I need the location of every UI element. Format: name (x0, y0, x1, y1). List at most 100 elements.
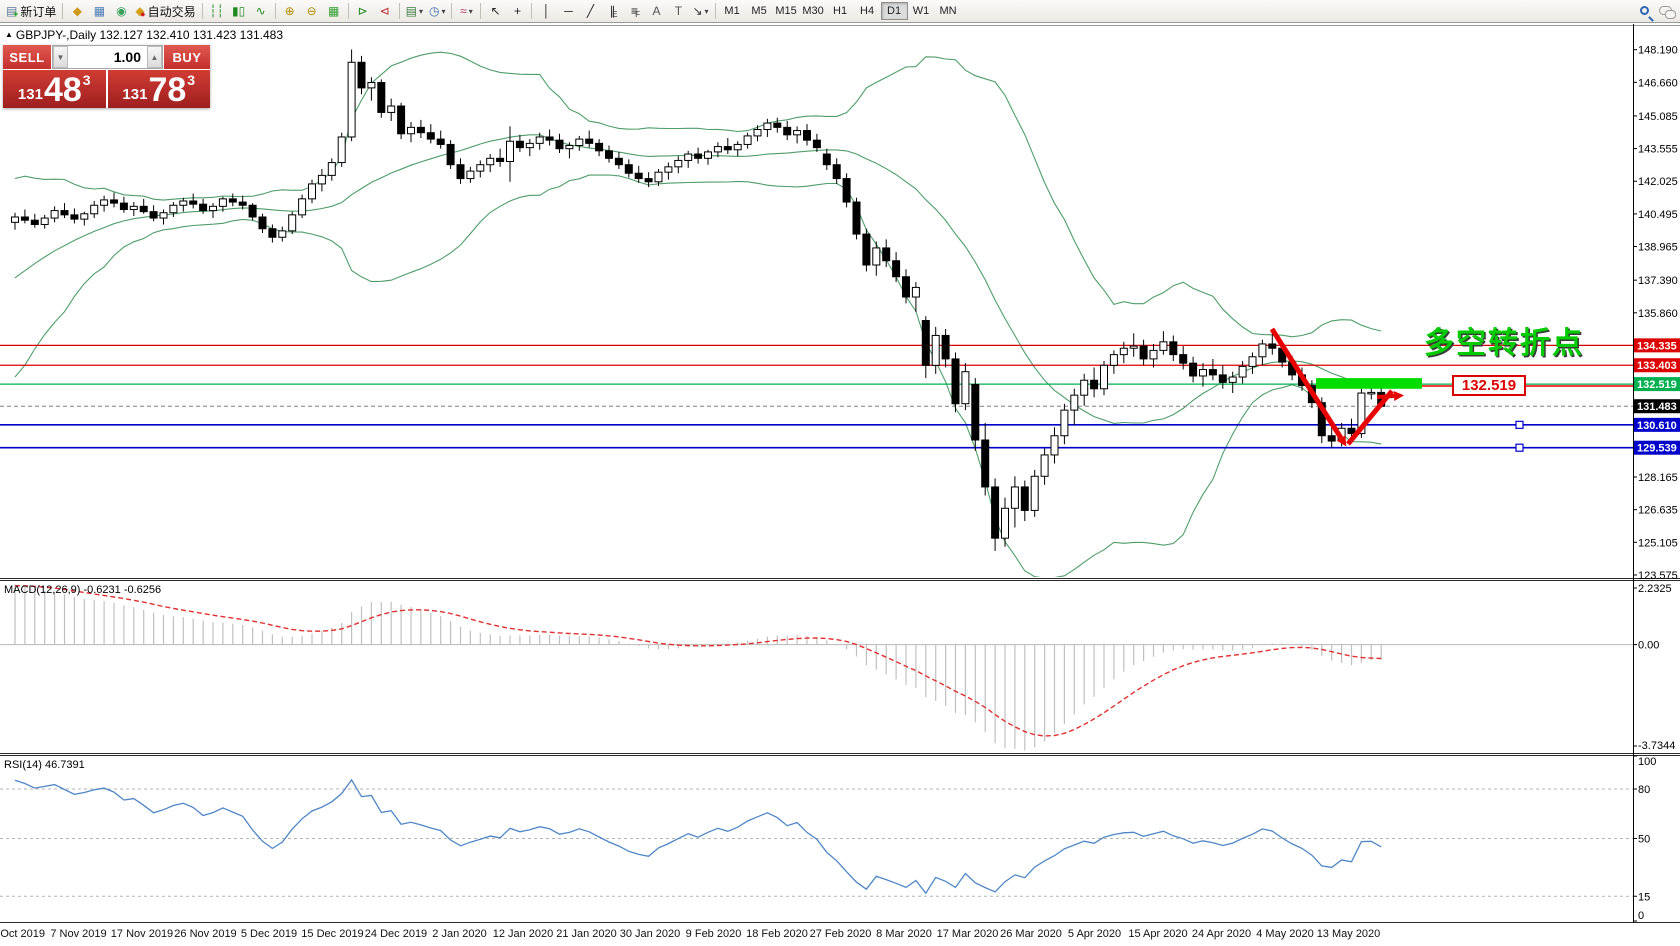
price-label-box[interactable]: 132.519 (1452, 375, 1526, 396)
candle-body (219, 199, 226, 206)
candle-body (21, 217, 28, 220)
dropdown-caret-icon: ▾ (419, 7, 423, 16)
turning-point-annotation[interactable]: 多空转折点 (1424, 318, 1584, 362)
zoom-out-button[interactable]: ⊖ (301, 1, 323, 21)
candle-body (873, 248, 880, 265)
buy-price-pips: 78 (148, 76, 186, 106)
chart-shift-button[interactable]: ⊲ (374, 1, 396, 21)
candle-body (477, 165, 484, 171)
price-tick-label: 128.165 (1638, 472, 1678, 484)
channel-button[interactable]: ∥E (601, 1, 623, 21)
buy-button[interactable]: BUY (164, 45, 210, 69)
community-button[interactable] (1659, 2, 1672, 20)
candle-body (606, 151, 613, 158)
trend-arrow-line[interactable] (1377, 396, 1394, 397)
line-selection-handle[interactable] (1516, 421, 1523, 428)
chart-canvas[interactable]: 148.190146.660145.085143.555142.025140.4… (0, 24, 1680, 946)
candle-body (130, 206, 137, 209)
sell-price-button[interactable]: 131483 (3, 70, 106, 108)
indicators-button[interactable]: ≈▾ (455, 1, 477, 21)
crosshair-button[interactable]: + (506, 1, 528, 21)
new-chart-button[interactable]: ▤▾ (403, 1, 426, 21)
gold-cube-icon: ◆ (73, 5, 82, 17)
candle-body (210, 206, 217, 210)
timeframe-h4[interactable]: H4 (854, 2, 881, 20)
fibonacci-button[interactable]: ≡F (623, 1, 645, 21)
timeframe-m1[interactable]: M1 (719, 2, 746, 20)
sell-price-pips: 48 (44, 76, 82, 106)
candle-body (437, 139, 444, 144)
candle-body (853, 202, 860, 234)
signals-button[interactable]: ◉ (110, 1, 132, 21)
timeframe-d1[interactable]: D1 (881, 2, 908, 20)
toolbar-separator (62, 3, 63, 19)
trend-arrow-line[interactable] (1348, 391, 1392, 444)
timeframe-m30[interactable]: M30 (800, 2, 827, 20)
rsi-tick-label: 100 (1638, 756, 1656, 768)
timeframe-h1[interactable]: H1 (827, 2, 854, 20)
zoom-in-button[interactable]: ⊕ (279, 1, 301, 21)
label-button[interactable]: T (667, 1, 689, 21)
candle-body (972, 385, 979, 440)
green-highlight-zone[interactable] (1316, 378, 1422, 389)
timeframe-m15[interactable]: M15 (773, 2, 800, 20)
volume-input[interactable]: 1.00 (68, 46, 147, 68)
date-tick-label: 15 Dec 2019 (301, 928, 363, 940)
candle-body (952, 359, 959, 404)
candle-body (922, 320, 929, 365)
sell-button[interactable]: SELL (3, 45, 51, 69)
candle-body (576, 139, 583, 145)
candle-body (160, 213, 167, 218)
price-tick-label: 143.555 (1638, 144, 1678, 156)
candle-body (1170, 342, 1177, 355)
zoom-out-icon: ⊖ (307, 5, 317, 17)
market-watch-button[interactable]: ◆ (66, 1, 88, 21)
candle-body (447, 144, 454, 164)
new-order-button[interactable]: ▤+新订单 (3, 1, 59, 21)
candle-body (41, 218, 48, 224)
arrows-button[interactable]: ↘▾ (689, 1, 711, 21)
tile-windows-button[interactable]: ▦ (323, 1, 345, 21)
line-chart-button[interactable]: ∿ (250, 1, 272, 21)
text-button[interactable]: A (645, 1, 667, 21)
toolbar-separator (399, 3, 400, 19)
toolbar-separator (715, 3, 716, 19)
toolbar-button-label: 自动交易 (148, 3, 196, 20)
periodicity-button[interactable]: ◷▾ (426, 1, 449, 21)
text-icon: A (652, 5, 660, 17)
auto-trading-button[interactable]: ◆●自动交易 (132, 1, 198, 21)
line-selection-handle[interactable] (1516, 444, 1523, 451)
timeframe-w1[interactable]: W1 (908, 2, 935, 20)
candle-body (1259, 344, 1266, 357)
candle-body (794, 131, 801, 135)
bar-chart-button[interactable]: ┆┆ (206, 1, 228, 21)
volume-up-button[interactable]: ▲ (147, 46, 162, 68)
candle-body (170, 205, 177, 212)
timeframe-mn[interactable]: MN (935, 2, 962, 20)
hline-button[interactable]: ─ (557, 1, 579, 21)
volume-down-button[interactable]: ▼ (53, 46, 68, 68)
trendline-button[interactable]: ╱ (579, 1, 601, 21)
candle-body (1071, 395, 1078, 410)
candle-body (1011, 487, 1018, 508)
buy-price-button[interactable]: 131783 (108, 70, 211, 108)
candle-body (120, 203, 127, 209)
timeframe-m5[interactable]: M5 (746, 2, 773, 20)
macd-tick-label: 0.00 (1638, 640, 1659, 652)
auto-scroll-button[interactable]: ⊳ (352, 1, 374, 21)
candle-body (883, 248, 890, 261)
candle-body (101, 200, 108, 205)
bollinger-middle-band (15, 135, 1381, 424)
cursor-button[interactable]: ↖ (484, 1, 506, 21)
price-tick-label: 140.495 (1638, 209, 1678, 221)
vline-button[interactable]: │ (535, 1, 557, 21)
bollinger-upper-band (15, 52, 1381, 337)
candle-body (942, 335, 949, 358)
icon-letter: E (612, 11, 617, 19)
icon-letter: F (635, 11, 640, 19)
candlestick-button[interactable]: ▮▯ (228, 1, 250, 21)
collapse-panel-icon[interactable]: ▲ (5, 30, 13, 39)
data-window-button[interactable]: ▦ (88, 1, 110, 21)
candle-body (1101, 365, 1108, 388)
search-button[interactable] (1640, 2, 1649, 20)
